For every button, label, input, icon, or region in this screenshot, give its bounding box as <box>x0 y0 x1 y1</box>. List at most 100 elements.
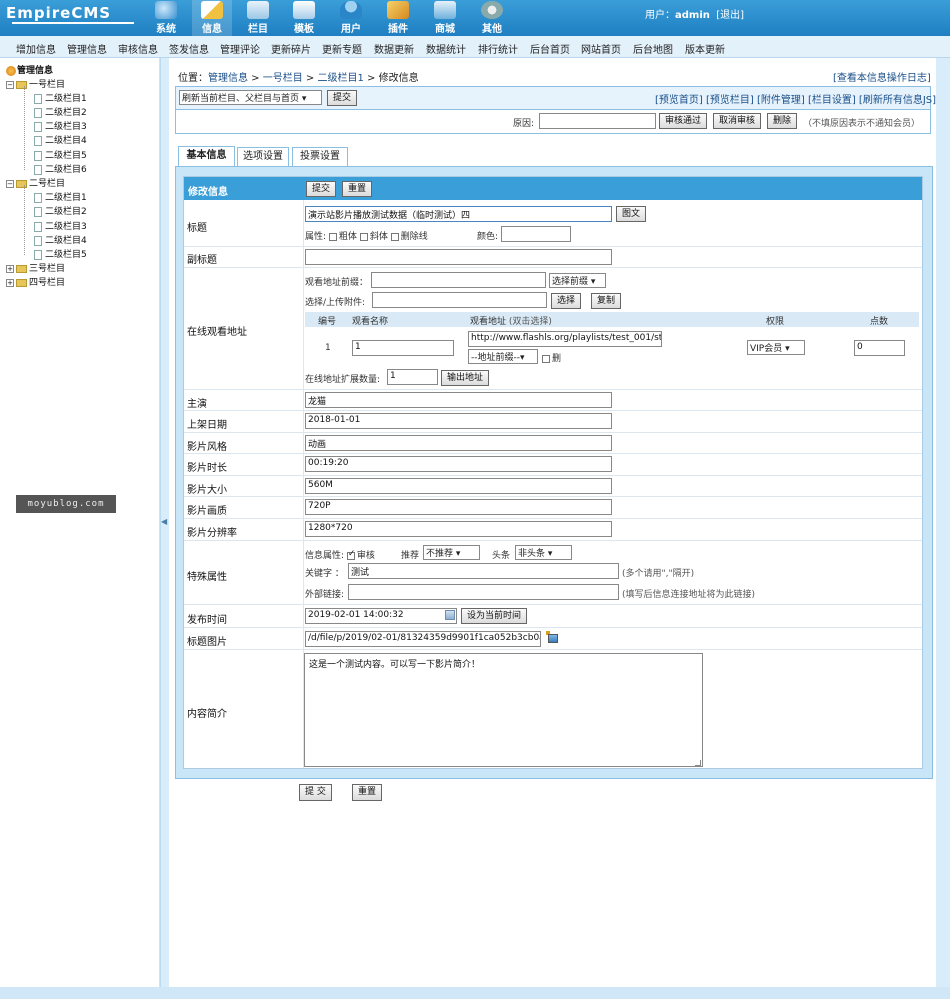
nav-plugin[interactable]: 插件 <box>378 0 418 36</box>
bottom-submit-button[interactable]: 提 交 <box>299 784 332 801</box>
menu-rank-stats[interactable]: 排行统计 <box>478 41 518 56</box>
copy-button[interactable]: 复制 <box>591 293 622 309</box>
form-reset-button[interactable]: 重置 <box>342 181 373 197</box>
bold-checkbox[interactable] <box>328 232 337 241</box>
breadcrumb-link[interactable]: 一号栏目 <box>263 73 303 84</box>
keyword-input[interactable]: 测试 <box>348 563 619 579</box>
tree-item[interactable]: 二级栏目1 <box>34 92 87 106</box>
expand-icon[interactable]: + <box>6 264 14 273</box>
size-input[interactable]: 560M <box>305 478 612 494</box>
nav-template[interactable]: 模板 <box>284 0 324 36</box>
menu-version-update[interactable]: 版本更新 <box>685 41 725 56</box>
approve-button[interactable]: 审核通过 <box>659 113 708 129</box>
recommend-select[interactable]: 不推荐 ▾ <box>423 545 480 560</box>
breadcrumb-link[interactable]: 二级栏目1 <box>318 73 364 84</box>
nav-system[interactable]: 系统 <box>146 0 186 36</box>
nav-user[interactable]: 用户 <box>331 0 371 36</box>
tree-group-4[interactable]: + 四号栏目 <box>6 276 65 290</box>
calendar-icon[interactable] <box>445 610 455 620</box>
intro-textarea[interactable]: 这是一个测试内容。可以写一下影片简介！ <box>304 653 703 767</box>
tree-group-1[interactable]: − 一号栏目 <box>6 78 65 92</box>
tree-item[interactable]: 二级栏目4 <box>34 134 87 148</box>
address-prefix-select[interactable]: --地址前缀--▾ <box>468 349 538 364</box>
menu-sign-info[interactable]: 签发信息 <box>169 41 209 56</box>
tab-options[interactable]: 选项设置 <box>237 147 289 167</box>
set-now-button[interactable]: 设为当前时间 <box>461 608 528 624</box>
prefix-input[interactable] <box>371 272 546 288</box>
menu-site-home[interactable]: 网站首页 <box>581 41 621 56</box>
image-select-icon[interactable] <box>546 631 558 643</box>
quick-links[interactable]: [预览首页] [预览栏目] [附件管理] [栏目设置] [刷新所有信息JS] <box>655 91 936 106</box>
tree-root[interactable]: 管理信息 <box>6 64 53 78</box>
upload-input[interactable] <box>372 292 547 308</box>
tree-item[interactable]: 二级栏目6 <box>34 163 87 177</box>
tab-vote[interactable]: 投票设置 <box>292 147 348 167</box>
logout-link[interactable]: [退出] <box>716 10 744 21</box>
nav-info[interactable]: 信息 <box>192 0 232 36</box>
collapse-icon[interactable]: − <box>6 80 14 89</box>
tree-item[interactable]: 二级栏目5 <box>34 149 87 163</box>
color-input[interactable] <box>501 226 571 242</box>
permission-select[interactable]: VIP会员 ▾ <box>747 340 805 355</box>
delete-button[interactable]: 删除 <box>767 113 798 129</box>
menu-manage-info[interactable]: 管理信息 <box>67 41 107 56</box>
form-submit-button[interactable]: 提交 <box>306 181 337 197</box>
tree-item[interactable]: 二级栏目3 <box>34 120 87 134</box>
collapse-icon[interactable]: − <box>6 179 14 188</box>
title-image-button[interactable]: 图文 <box>616 206 647 222</box>
subtitle-input[interactable] <box>305 249 612 265</box>
menu-data-update[interactable]: 数据更新 <box>374 41 414 56</box>
prefix-select[interactable]: 选择前缀 ▾ <box>549 273 606 288</box>
points-input[interactable]: 0 <box>854 340 905 356</box>
release-date-input[interactable]: 2018-01-01 <box>305 413 612 429</box>
menu-admin-map[interactable]: 后台地图 <box>633 41 673 56</box>
tree-item[interactable]: 二级栏目2 <box>34 106 87 120</box>
tree-item[interactable]: 二级栏目5 <box>34 248 87 262</box>
tree-item[interactable]: 二级栏目2 <box>34 205 87 219</box>
duration-input[interactable]: 00:19:20 <box>305 456 612 472</box>
refresh-select[interactable]: 刷新当前栏目、父栏目与首页 ▾ <box>179 90 322 105</box>
menu-topics[interactable]: 更新专题 <box>322 41 362 56</box>
expand-icon[interactable]: + <box>6 278 14 287</box>
play-url-input[interactable]: http://www.flashls.org/playlists/test_00… <box>468 331 662 347</box>
menu-fragments[interactable]: 更新碎片 <box>271 41 311 56</box>
menu-data-stats[interactable]: 数据统计 <box>426 41 466 56</box>
reason-input[interactable] <box>539 113 656 129</box>
output-address-button[interactable]: 输出地址 <box>441 370 490 386</box>
resolution-input[interactable]: 1280*720 <box>305 521 612 537</box>
collapse-arrow-icon[interactable]: ◀ <box>161 517 167 526</box>
italic-checkbox[interactable] <box>359 232 368 241</box>
menu-comments[interactable]: 管理评论 <box>220 41 260 56</box>
publish-time-input[interactable]: 2019-02-01 14:00:32 <box>305 608 457 624</box>
tab-basic-info[interactable]: 基本信息 <box>178 146 235 167</box>
menu-add-info[interactable]: 增加信息 <box>16 41 56 56</box>
extend-input[interactable]: 1 <box>387 369 438 385</box>
breadcrumb-link[interactable]: 管理信息 <box>208 73 248 84</box>
menu-review-info[interactable]: 审核信息 <box>118 41 158 56</box>
choose-button[interactable]: 选择 <box>551 293 582 309</box>
nav-column[interactable]: 栏目 <box>238 0 278 36</box>
style-input[interactable]: 动画 <box>305 435 612 451</box>
tree-group-3[interactable]: + 三号栏目 <box>6 262 65 276</box>
title-input[interactable]: 演示站影片播放测试数据（临时测试）四 <box>305 206 612 222</box>
nav-shop[interactable]: 商城 <box>425 0 465 36</box>
refresh-submit-button[interactable]: 提交 <box>327 90 358 106</box>
tree-group-2[interactable]: − 二号栏目 <box>6 177 65 191</box>
tree-item[interactable]: 二级栏目4 <box>34 234 87 248</box>
tree-item[interactable]: 二级栏目1 <box>34 191 87 205</box>
quality-input[interactable]: 720P <box>305 499 612 515</box>
cancel-review-button[interactable]: 取消审核 <box>713 113 762 129</box>
menu-admin-home[interactable]: 后台首页 <box>530 41 570 56</box>
strike-checkbox[interactable] <box>390 232 399 241</box>
headline-select[interactable]: 非头条 ▾ <box>515 545 572 560</box>
nav-other[interactable]: 其他 <box>472 0 512 36</box>
resize-grip-icon[interactable] <box>695 760 701 766</box>
audit-checkbox[interactable] <box>346 549 355 560</box>
operation-log-link[interactable]: [查看本信息操作日志] <box>833 69 931 84</box>
title-picture-input[interactable]: /d/file/p/2019/02-01/81324359d9901f1ca05… <box>305 631 541 647</box>
play-name-input[interactable]: 1 <box>352 340 454 356</box>
actor-input[interactable]: 龙猫 <box>305 392 612 408</box>
delete-row-checkbox[interactable] <box>542 354 550 363</box>
external-link-input[interactable] <box>348 584 619 600</box>
bottom-reset-button[interactable]: 重置 <box>352 784 383 801</box>
